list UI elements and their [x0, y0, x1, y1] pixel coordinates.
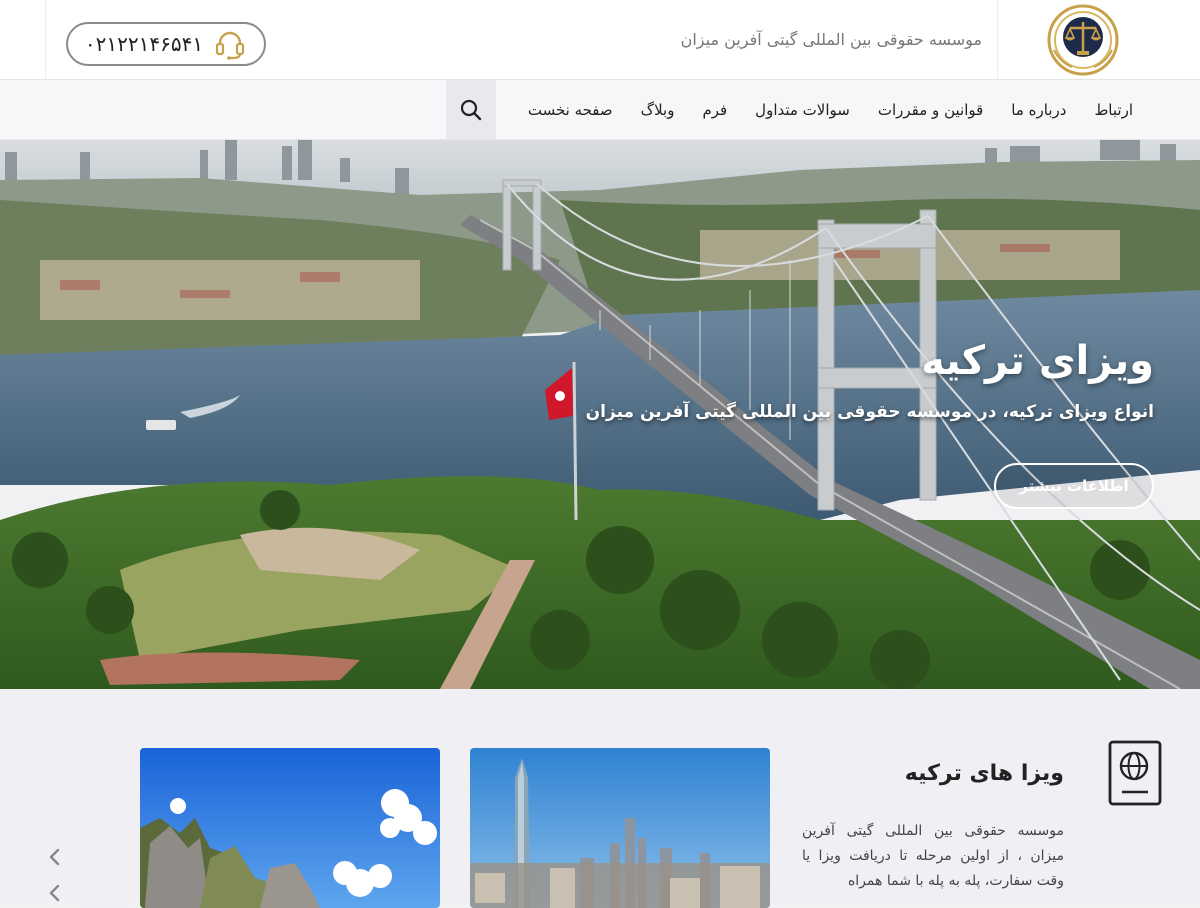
- nav-list: صفحه نخست وبلاگ فرم سوالات متداول قوانین…: [514, 80, 1147, 140]
- section-title: ویزا های ترکیه: [904, 761, 1064, 786]
- card-image: [470, 748, 770, 908]
- nav-item-rules[interactable]: قوانین و مقررات: [864, 101, 997, 119]
- nav-item-form[interactable]: فرم: [688, 101, 741, 119]
- visa-section: ویزا های ترکیه موسسه حقوقی بین المللی گی…: [0, 689, 1200, 908]
- visa-card[interactable]: [140, 748, 440, 908]
- phone-button[interactable]: ۰۲۱۲۲۱۴۶۵۴۱: [66, 22, 266, 66]
- nav-item-blog[interactable]: وبلاگ: [627, 101, 689, 119]
- visa-card[interactable]: [470, 748, 770, 908]
- section-description: موسسه حقوقی بین المللی گیتی آفرین میزان …: [802, 823, 1064, 889]
- search-button[interactable]: [446, 80, 496, 140]
- nav-item-contact[interactable]: ارتباط: [1080, 101, 1147, 119]
- org-name: موسسه حقوقی بین المللی گیتی آفرین میزان: [680, 30, 982, 49]
- search-icon: [460, 99, 482, 121]
- phone-number: ۰۲۱۲۲۱۴۶۵۴۱: [84, 32, 204, 56]
- divider: [45, 0, 46, 80]
- chevron-left-icon[interactable]: [44, 882, 66, 904]
- divider: [997, 0, 998, 80]
- more-info-button[interactable]: اطلاعات بیشتر: [994, 463, 1154, 509]
- hero-subtitle: انواع ویزای ترکیه، در موسسه حقوقی بین ال…: [585, 402, 1154, 422]
- top-header: موسسه حقوقی بین المللی گیتی آفرین میزان …: [0, 0, 1200, 80]
- nav-item-faq[interactable]: سوالات متداول: [741, 101, 864, 119]
- main-nav: صفحه نخست وبلاگ فرم سوالات متداول قوانین…: [0, 80, 1200, 140]
- hero-banner: ویزای ترکیه انواع ویزای ترکیه، در موسسه …: [0, 140, 1200, 689]
- card-image: [140, 748, 440, 908]
- nav-item-about[interactable]: درباره ما: [997, 101, 1080, 119]
- chevron-left-icon[interactable]: [44, 846, 66, 868]
- hero-title: ویزای ترکیه: [921, 338, 1154, 384]
- nav-item-home[interactable]: صفحه نخست: [514, 101, 627, 119]
- passport-icon: [1108, 740, 1162, 806]
- carousel-fade: [85, 748, 140, 908]
- headset-icon: [215, 31, 245, 60]
- logo[interactable]: [1046, 4, 1120, 76]
